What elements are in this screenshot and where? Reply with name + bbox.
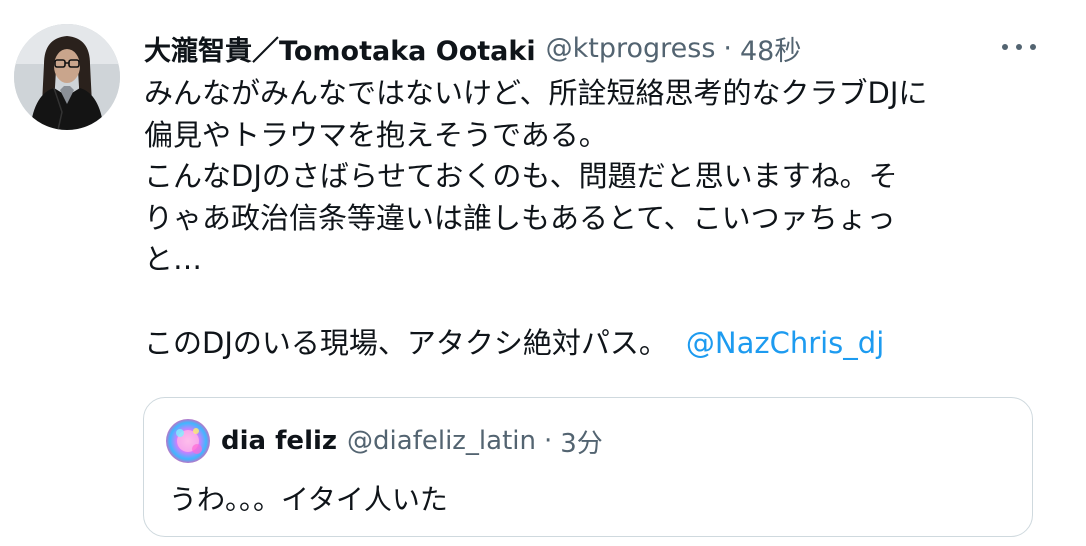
display-name[interactable]: 大瀧智貴／Tomotaka Ootaki <box>144 29 536 68</box>
tweet-text-line: りゃあ政治信条等違いは誰しもあるとて、こいつァちょっ <box>144 200 896 235</box>
mention-link[interactable]: @NazChris_dj <box>686 326 884 360</box>
more-dot <box>1030 44 1036 50</box>
tweet-text-line: みんながみんなではないけど、所詮短絡思考的なクラブDJに <box>144 76 928 110</box>
tweet-text-line: このDJのいる現場、アタクシ絶対パス。 <box>144 325 668 360</box>
user-handle[interactable]: @ktprogress <box>546 33 716 64</box>
quoted-separator-dot: · <box>544 426 553 456</box>
tweet-text-line: と… <box>144 242 203 276</box>
quoted-display-name[interactable]: dia feliz <box>221 426 337 456</box>
more-dot <box>1002 44 1008 50</box>
avatar-image <box>14 24 120 130</box>
tweet-text-line: 偏見やトラウマを抱えそうである。 <box>144 117 608 152</box>
separator-dot: · <box>723 32 732 64</box>
quoted-text: うわ。。。イタイ人いた <box>169 483 448 516</box>
quoted-timestamp[interactable]: 3分 <box>560 423 603 460</box>
more-horizontal-icon[interactable] <box>1002 40 1036 54</box>
more-dot <box>1016 44 1022 50</box>
tweet-header: 大瀧智貴／Tomotaka Ootaki @ktprogress · 48秒 <box>144 28 801 68</box>
timestamp[interactable]: 48秒 <box>740 29 801 68</box>
tweet[interactable]: 大瀧智貴／Tomotaka Ootaki @ktprogress · 48秒 み… <box>0 0 1086 546</box>
quoted-user-handle[interactable]: @diafeliz_latin <box>347 426 536 456</box>
quoted-avatar-image <box>166 419 210 463</box>
quoted-tweet[interactable]: dia feliz @diafeliz_latin · 3分 うわ。。。イタイ人… <box>143 397 1033 537</box>
avatar[interactable] <box>14 24 120 130</box>
quoted-header: dia feliz @diafeliz_latin · 3分 <box>221 422 603 460</box>
tweet-text-last-line: このDJのいる現場、アタクシ絶対パス。 @NazChris_dj <box>144 323 1034 365</box>
quoted-avatar[interactable] <box>166 419 210 463</box>
tweet-text: みんながみんなではないけど、所詮短絡思考的なクラブDJに 偏見やトラウマを抱えそ… <box>144 73 1034 364</box>
tweet-text-line: こんなDJのさばらせておくのも、問題だと思いますね。そ <box>144 159 898 193</box>
